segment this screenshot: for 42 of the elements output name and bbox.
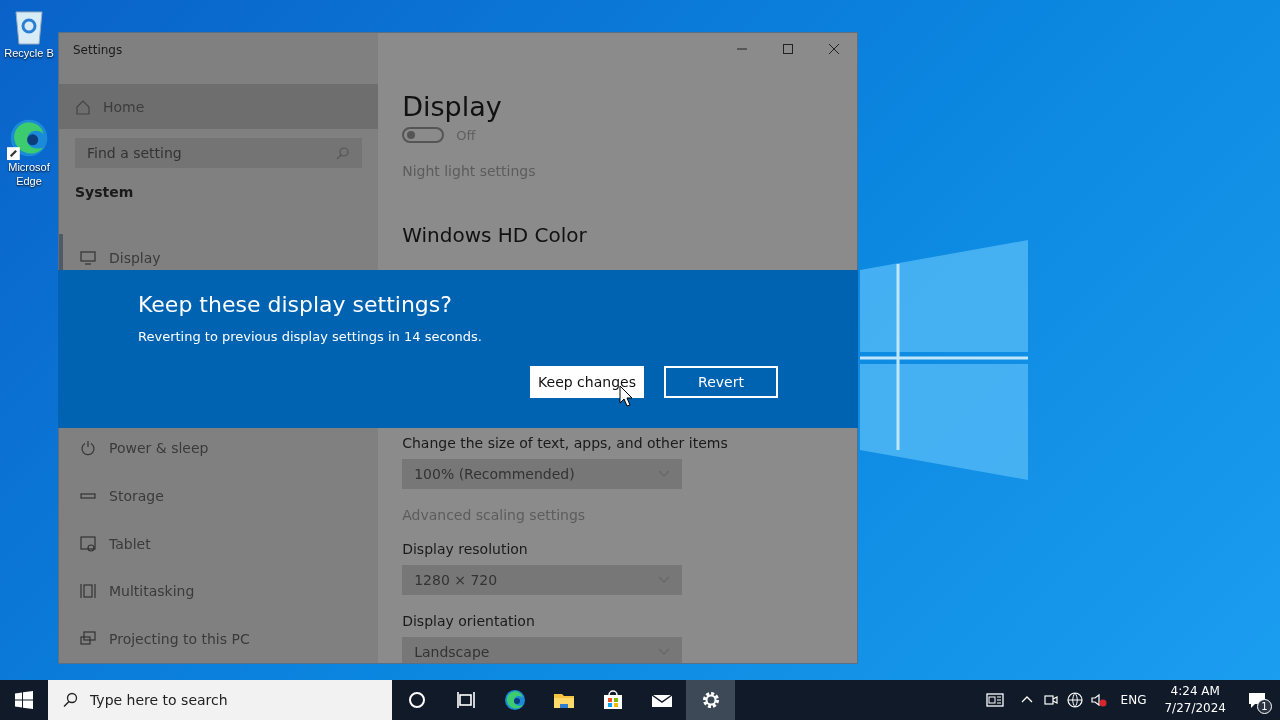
windows-stack-icon [79, 582, 97, 601]
maximize-icon [783, 44, 793, 54]
search-icon [336, 146, 351, 161]
notification-count: 1 [1257, 699, 1272, 714]
section-heading: Windows HD Color [402, 223, 588, 247]
nav-item[interactable]: Storage [59, 472, 379, 520]
taskbar-app-button[interactable] [686, 680, 735, 720]
toggle-switch[interactable] [402, 127, 445, 143]
nav-item[interactable]: Power & sleep [59, 424, 379, 473]
taskbar-search-field[interactable]: Type here to search [48, 680, 392, 720]
page-heading: Display [402, 90, 503, 124]
language-indicator[interactable]: ENG [1110, 693, 1157, 707]
clock[interactable]: 4:24 AM 7/27/2024 [1156, 683, 1234, 717]
nav-item[interactable]: Multitasking [59, 567, 379, 616]
dialog-message: Reverting to previous display settings in 14 seconds. [138, 329, 483, 344]
desktop-icon-label[interactable]: Recycle B [4, 46, 54, 60]
search-icon [62, 692, 78, 708]
windows-icon [15, 691, 33, 709]
desktop-icon-label[interactable]: Edge [16, 174, 42, 188]
setting-label: Display resolution [402, 541, 529, 557]
setting-label: Change the size of text, apps, and other items [402, 435, 729, 451]
tablet-icon [79, 534, 97, 553]
drive-icon [80, 493, 96, 500]
dialog-title: Keep these display settings? [138, 292, 453, 317]
dropdown[interactable]: 1280 × 720 [402, 565, 683, 595]
power-icon [79, 439, 97, 458]
dialog-button[interactable]: Keep changes [530, 366, 644, 398]
dropdown[interactable]: 100% (Recommended) [402, 459, 683, 489]
window-title: Settings [72, 42, 124, 59]
nav-item[interactable]: Tablet [59, 519, 379, 568]
edge-icon [502, 688, 527, 712]
dialog-button[interactable]: Revert [664, 366, 778, 398]
monitor-icon [79, 248, 97, 267]
search-field[interactable]: Find a setting [75, 138, 363, 169]
close-icon [829, 44, 839, 54]
nav-item[interactable]: Projecting to this PC [59, 615, 379, 663]
home-icon [75, 98, 91, 115]
desktop-icon-label[interactable]: Microsof [8, 160, 50, 174]
section-title: System [74, 183, 135, 203]
notification-button[interactable]: 1 [1234, 680, 1280, 720]
setting-label: Display orientation [402, 613, 536, 629]
dropdown[interactable]: Landscape [402, 637, 683, 663]
